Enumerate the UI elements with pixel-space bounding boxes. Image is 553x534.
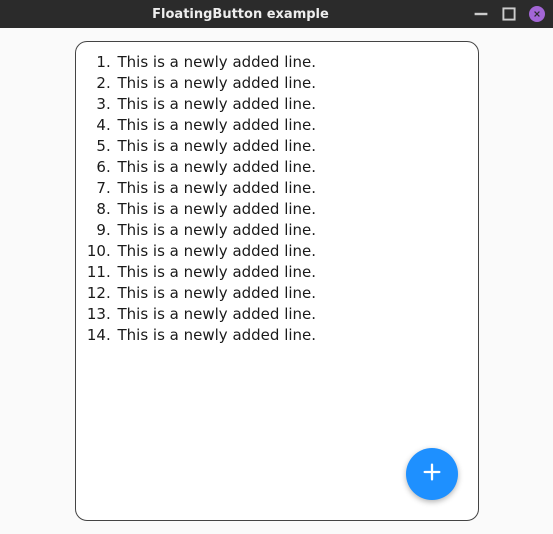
list-item: This is a newly added line. xyxy=(116,304,464,325)
lines-list: This is a newly added line. This is a ne… xyxy=(116,52,464,346)
list-item: This is a newly added line. xyxy=(116,73,464,94)
list-item: This is a newly added line. xyxy=(116,220,464,241)
floating-add-button[interactable] xyxy=(406,448,458,500)
list-item: This is a newly added line. xyxy=(116,115,464,136)
list-item: This is a newly added line. xyxy=(116,199,464,220)
list-item: This is a newly added line. xyxy=(116,136,464,157)
window-controls xyxy=(473,6,545,22)
list-item: This is a newly added line. xyxy=(116,325,464,346)
window-titlebar: FloatingButton example xyxy=(0,0,553,28)
plus-icon xyxy=(421,461,443,487)
list-item: This is a newly added line. xyxy=(116,157,464,178)
window-title: FloatingButton example xyxy=(8,7,473,22)
list-item: This is a newly added line. xyxy=(116,52,464,73)
content-card: This is a newly added line. This is a ne… xyxy=(75,41,479,521)
list-item: This is a newly added line. xyxy=(116,94,464,115)
list-item: This is a newly added line. xyxy=(116,178,464,199)
list-item: This is a newly added line. xyxy=(116,283,464,304)
list-item: This is a newly added line. xyxy=(116,241,464,262)
list-item: This is a newly added line. xyxy=(116,262,464,283)
minimize-button[interactable] xyxy=(473,6,489,22)
maximize-button[interactable] xyxy=(501,6,517,22)
close-button[interactable] xyxy=(529,6,545,22)
app-body: This is a newly added line. This is a ne… xyxy=(0,28,553,534)
